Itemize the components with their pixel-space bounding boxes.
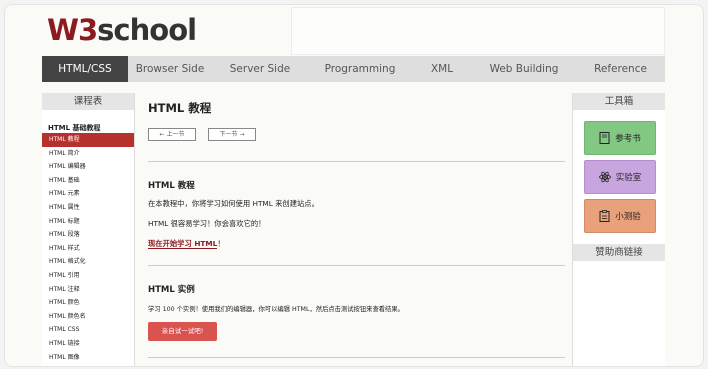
lab-button[interactable]: 实验室 (584, 160, 656, 194)
header-ad-area (291, 7, 665, 55)
sidebar-item[interactable]: HTML 编辑器 (42, 160, 134, 174)
sidebar-item[interactable]: HTML 样式 (42, 242, 134, 256)
w3school-logo[interactable]: W3 school (47, 11, 197, 49)
nav-item-web-building[interactable]: Web Building (472, 56, 576, 82)
sidebar-title: 课程表 (42, 93, 134, 110)
sidebar-item[interactable]: HTML 教程 (42, 133, 134, 147)
sidebar-item[interactable]: HTML 元素 (42, 187, 134, 201)
logo-w3: W3 (47, 13, 98, 47)
quiz-button[interactable]: 小测验 (584, 199, 656, 233)
reference-label: 参考书 (615, 134, 641, 144)
quiz-icon (599, 210, 610, 222)
divider (148, 265, 565, 266)
start-learning-line: 现在开始学习 HTML！ (148, 239, 225, 249)
arrow-left-icon: ← (159, 131, 165, 138)
nav-item-xml[interactable]: XML (412, 56, 472, 82)
header: W3 school (41, 5, 665, 55)
top-nav: HTML/CSS Browser Side Server Side Programmi… (42, 56, 665, 82)
sidebar-item[interactable]: HTML 标题 (42, 215, 134, 229)
right-sidebar: 工具箱 参考书 实验室 小测验 赞助商链接 (572, 93, 665, 366)
section-heading: HTML 教程 (148, 181, 195, 191)
left-sidebar: 课程表 HTML 基础教程 HTML 教程 HTML 简介 HTML 编辑器 HTML… (42, 93, 135, 366)
paragraph: HTML 很容易学习！你会喜欢它的！ (148, 219, 266, 228)
paragraph: 在本教程中，你将学习如何使用 HTML 来创建站点。 (148, 199, 319, 208)
sidebar-item[interactable]: HTML 简介 (42, 147, 134, 161)
sidebar-section-title: HTML 基础教程 (48, 124, 101, 132)
toolbox-title: 工具箱 (573, 93, 665, 110)
sidebar-item[interactable]: HTML 段落 (42, 228, 134, 242)
sidebar-item[interactable]: HTML 属性 (42, 201, 134, 215)
prev-button[interactable]: ← 上一节 (148, 128, 196, 141)
sidebar-item[interactable]: HTML 颜色 (42, 296, 134, 310)
nav-item-browser-side[interactable]: Browser Side (128, 56, 212, 82)
sidebar-item[interactable]: HTML 基础 (42, 174, 134, 188)
atom-icon (598, 171, 611, 183)
sidebar-item[interactable]: HTML 注释 (42, 283, 134, 297)
next-label: 下一节 (219, 131, 238, 138)
divider (148, 161, 565, 162)
sidebar-item[interactable]: HTML 引用 (42, 269, 134, 283)
exclamation: ！ (217, 239, 225, 248)
sidebar-item[interactable]: HTML 图像 (42, 351, 134, 365)
sidebar-item[interactable]: HTML 链接 (42, 337, 134, 351)
page-title: HTML 教程 (148, 101, 212, 115)
try-it-button[interactable]: 亲自试一试吧! (148, 322, 217, 341)
nav-item-programming[interactable]: Programming (308, 56, 412, 82)
divider (148, 357, 565, 358)
start-learning-link[interactable]: 现在开始学习 HTML (148, 239, 218, 249)
section-heading: HTML 实例 (148, 285, 195, 295)
paragraph: 学习 100 个实例！使用我们的编辑器，你可以编辑 HTML，然后点击测试按钮来… (148, 306, 404, 313)
sidebar-list: HTML 教程 HTML 简介 HTML 编辑器 HTML 基础 HTML 元素 HTML… (42, 133, 134, 364)
logo-school: school (97, 13, 197, 47)
main-content: HTML 教程 ← 上一节 下一节 → HTML 教程 在本教程中，你将学习如何… (147, 93, 565, 366)
lab-label: 实验室 (615, 173, 642, 183)
book-icon (599, 132, 610, 144)
arrow-right-icon: → (239, 131, 245, 138)
sidebar-item[interactable]: HTML CSS (42, 323, 134, 337)
reference-button[interactable]: 参考书 (584, 121, 656, 155)
sponsor-title: 赞助商链接 (573, 244, 665, 261)
page-frame: W3 school HTML/CSS Browser Side Server Sid… (4, 4, 704, 367)
quiz-label: 小测验 (615, 212, 641, 222)
nav-item-html-css[interactable]: HTML/CSS (42, 56, 128, 82)
sidebar-item[interactable]: HTML 格式化 (42, 255, 134, 269)
nav-item-reference[interactable]: Reference (576, 56, 665, 82)
sidebar-item[interactable]: HTML 颜色名 (42, 310, 134, 324)
nav-item-server-side[interactable]: Server Side (212, 56, 308, 82)
next-button[interactable]: 下一节 → (208, 128, 256, 141)
prev-label: 上一节 (166, 131, 185, 138)
